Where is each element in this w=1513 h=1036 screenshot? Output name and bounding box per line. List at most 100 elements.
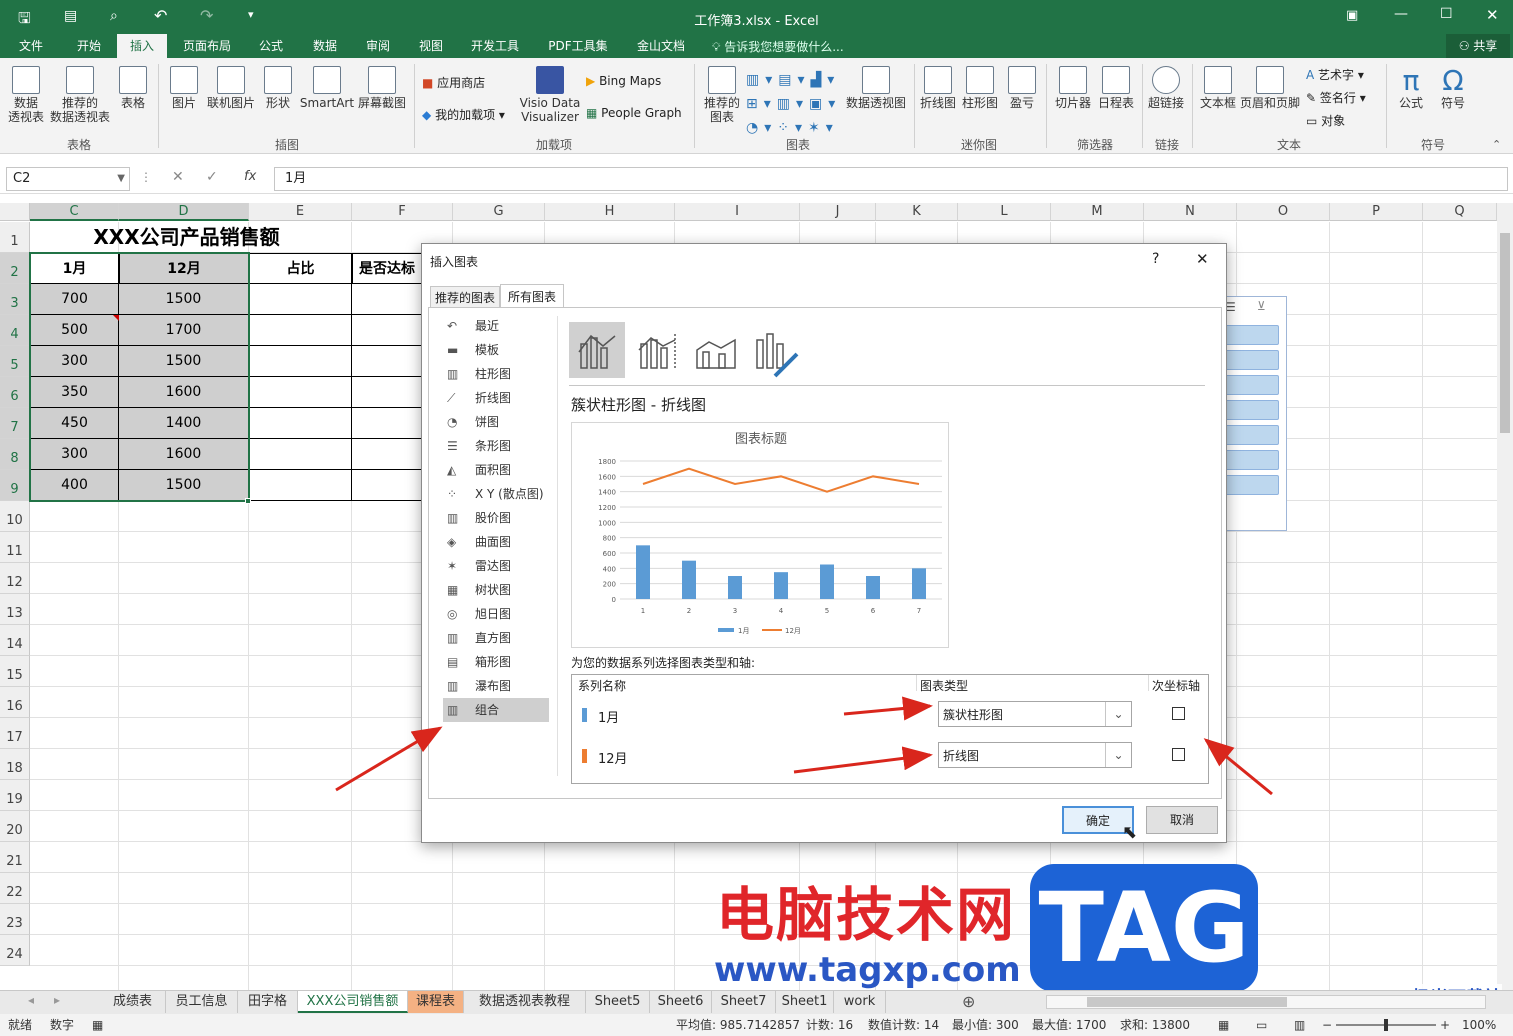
- chart-type-item[interactable]: ◈ 曲面图: [443, 530, 549, 554]
- header-cell-dec[interactable]: 12月: [119, 253, 249, 284]
- chart-type-item[interactable]: ◔ 饼图: [443, 410, 549, 434]
- row-header[interactable]: 14: [0, 625, 30, 656]
- row-header[interactable]: 8: [0, 439, 30, 470]
- empty-cell[interactable]: [249, 439, 352, 470]
- chart-type-item[interactable]: ◎ 旭日图: [443, 602, 549, 626]
- ribbon-display-icon[interactable]: ▣: [1346, 8, 1358, 23]
- tab-developer[interactable]: 开发工具: [462, 34, 528, 58]
- jan-cell[interactable]: 300: [30, 439, 119, 470]
- page-layout-view-icon[interactable]: ▭: [1256, 1014, 1267, 1036]
- share-button[interactable]: ⚇ 共享: [1446, 34, 1510, 58]
- minimize-icon[interactable]: —: [1394, 6, 1408, 22]
- chart-type-item[interactable]: ▥ 股价图: [443, 506, 549, 530]
- sheet-tab[interactable]: 田字格: [238, 991, 298, 1013]
- slicer-item[interactable]: [1221, 425, 1279, 445]
- select-all-corner[interactable]: [0, 203, 30, 221]
- dec-cell[interactable]: 1400: [119, 408, 249, 439]
- confirm-entry-icon[interactable]: ✓: [206, 169, 218, 185]
- series-type-select-jan[interactable]: 簇状柱形图 ⌄: [938, 701, 1132, 727]
- column-header[interactable]: G: [453, 203, 545, 221]
- row-header[interactable]: 20: [0, 811, 30, 842]
- scroll-right-icon[interactable]: ▸: [54, 993, 60, 1007]
- zoom-in-icon[interactable]: +: [1440, 1014, 1450, 1036]
- dec-cell[interactable]: 1600: [119, 377, 249, 408]
- tab-formulas[interactable]: 公式: [248, 34, 294, 58]
- header-cell-ratio[interactable]: 占比: [249, 253, 352, 284]
- header-cell-target[interactable]: 是否达标: [352, 253, 422, 284]
- cancel-button[interactable]: 取消: [1146, 806, 1218, 834]
- series-type-select-dec[interactable]: 折线图 ⌄: [938, 742, 1132, 768]
- header-cell-jan[interactable]: 1月: [30, 253, 119, 284]
- normal-view-icon[interactable]: ▦: [1218, 1014, 1229, 1036]
- zoom-slider[interactable]: [1336, 1019, 1436, 1031]
- column-header[interactable]: Q: [1423, 203, 1497, 221]
- tab-data[interactable]: 数据: [302, 34, 348, 58]
- empty-cell[interactable]: [249, 408, 352, 439]
- column-header[interactable]: L: [958, 203, 1051, 221]
- row-header[interactable]: 7: [0, 408, 30, 439]
- row-header[interactable]: 4: [0, 315, 30, 346]
- chart-type-item[interactable]: ▬ 模板: [443, 338, 549, 362]
- subtype-cluster-line-secondary[interactable]: [629, 322, 685, 378]
- close-window-icon[interactable]: ✕: [1486, 6, 1499, 24]
- sheet-tab[interactable]: 课程表: [408, 991, 464, 1013]
- chart-type-item[interactable]: ✶ 雷达图: [443, 554, 549, 578]
- visio-visualizer-button[interactable]: Visio Data Visualizer: [518, 66, 582, 124]
- slicer-item[interactable]: [1221, 450, 1279, 470]
- chart-type-item[interactable]: ↶ 最近: [443, 314, 549, 338]
- object-button[interactable]: ▭ 对象: [1306, 112, 1345, 129]
- empty-cell[interactable]: [249, 470, 352, 501]
- macro-record-icon[interactable]: ▦: [92, 1014, 103, 1036]
- secondary-axis-checkbox-dec[interactable]: [1172, 748, 1185, 761]
- tab-recommended-charts[interactable]: 推荐的图表: [430, 286, 500, 308]
- signature-line-button[interactable]: ✎ 签名行 ▾: [1306, 89, 1366, 106]
- row-header[interactable]: 16: [0, 687, 30, 718]
- row-header[interactable]: 22: [0, 873, 30, 904]
- row-header[interactable]: 15: [0, 656, 30, 687]
- slicer-button[interactable]: 切片器: [1052, 66, 1094, 110]
- pivot-chart-button[interactable]: 数据透视图: [842, 66, 910, 110]
- tab-pdf-tools[interactable]: PDF工具集: [540, 34, 616, 58]
- sheet-tab[interactable]: 成绩表: [100, 991, 166, 1013]
- row-header[interactable]: 10: [0, 501, 30, 532]
- row-header[interactable]: 2: [0, 253, 30, 284]
- sheet-tab[interactable]: Sheet1: [776, 991, 834, 1013]
- scroll-thumb[interactable]: [1500, 233, 1510, 433]
- jan-cell[interactable]: 500: [30, 315, 119, 346]
- bing-maps-button[interactable]: ▶ Bing Maps: [586, 74, 661, 88]
- slicer-item[interactable]: [1221, 475, 1279, 495]
- sheet-tab[interactable]: 员工信息: [166, 991, 238, 1013]
- column-header[interactable]: N: [1144, 203, 1237, 221]
- row-header[interactable]: 6: [0, 377, 30, 408]
- dec-cell[interactable]: 1500: [119, 470, 249, 501]
- tab-file[interactable]: 文件: [8, 34, 54, 58]
- chart-type-item[interactable]: ▥ 柱形图: [443, 362, 549, 386]
- empty-cell[interactable]: [249, 315, 352, 346]
- zoom-level[interactable]: 100%: [1462, 1014, 1496, 1036]
- jan-cell[interactable]: 450: [30, 408, 119, 439]
- chart-type-item[interactable]: ⁘ X Y (散点图): [443, 482, 549, 506]
- slicer-item[interactable]: [1221, 375, 1279, 395]
- header-footer-button[interactable]: 页眉和页脚: [1238, 66, 1302, 110]
- jan-cell[interactable]: 300: [30, 346, 119, 377]
- row-header[interactable]: 11: [0, 532, 30, 563]
- sheet-tab[interactable]: work: [834, 991, 886, 1013]
- chart-type-item[interactable]: ◭ 面积图: [443, 458, 549, 482]
- chart-type-gallery[interactable]: ▥▾▤▾▟▾ ⊞▾▥▾▣▾ ◔▾⁘▾✶▾: [746, 68, 841, 140]
- row-header[interactable]: 19: [0, 780, 30, 811]
- sparkline-line-button[interactable]: 折线图: [918, 66, 958, 110]
- row-header[interactable]: 17: [0, 718, 30, 749]
- subtype-cluster-line[interactable]: [569, 322, 625, 378]
- recommended-pivot-button[interactable]: 推荐的 数据透视表: [48, 66, 112, 124]
- tab-review[interactable]: 审阅: [356, 34, 400, 58]
- row-header[interactable]: 12: [0, 563, 30, 594]
- sparkline-winloss-button[interactable]: 盈亏: [1004, 66, 1040, 110]
- row-header[interactable]: 23: [0, 904, 30, 935]
- jan-cell[interactable]: 400: [30, 470, 119, 501]
- column-header[interactable]: M: [1051, 203, 1144, 221]
- column-header[interactable]: I: [675, 203, 800, 221]
- name-box[interactable]: C2 ▼: [6, 167, 130, 191]
- symbol-button[interactable]: Ω 符号: [1434, 66, 1472, 111]
- online-picture-button[interactable]: 联机图片: [204, 66, 258, 110]
- sheet-tab[interactable]: 数据透视表教程: [464, 991, 586, 1013]
